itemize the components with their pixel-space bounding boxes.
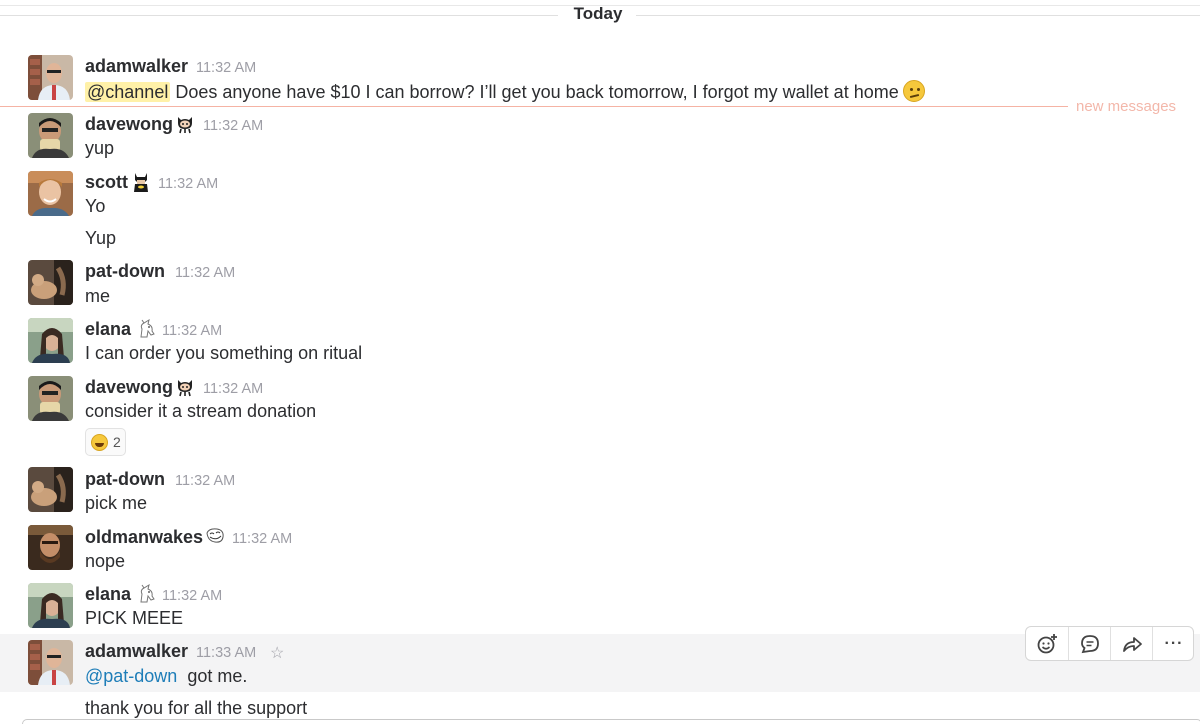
username-oldmanwakes[interactable]: oldmanwakes (85, 527, 203, 548)
joy-emoji (91, 434, 108, 451)
new-messages-divider (0, 106, 1068, 107)
share-message-icon (1123, 636, 1142, 652)
message-timestamp[interactable]: 11:32 AM (162, 323, 222, 339)
message-composer[interactable] (22, 719, 1200, 724)
username-adamwalker[interactable]: adamwalker (85, 641, 188, 662)
message-body: got me. (187, 666, 248, 686)
message-timestamp[interactable]: 11:32 AM (203, 381, 263, 397)
message-text: pick me (85, 493, 148, 513)
add-reaction-icon (1037, 633, 1057, 653)
message-timestamp[interactable]: 11:32 AM (175, 265, 235, 281)
username-davewong[interactable]: davewong (85, 377, 173, 398)
add-reaction-button[interactable] (1026, 627, 1068, 660)
message-text: yup (85, 138, 115, 158)
avatar-oldmanwakes[interactable] (28, 525, 73, 570)
username-adamwalker[interactable]: adamwalker (85, 56, 188, 77)
trollface-icon (205, 527, 225, 551)
avatar-pat-down[interactable] (28, 467, 73, 512)
start-thread-icon (1081, 634, 1099, 653)
username-davewong[interactable]: davewong (85, 114, 173, 135)
message-actions-toolbar: ··· (1025, 626, 1194, 661)
username-elana[interactable]: elana (85, 319, 131, 340)
avatar-adamwalker[interactable] (28, 55, 73, 100)
more-actions-icon: ··· (1164, 634, 1184, 652)
star-icon[interactable]: ☆ (270, 643, 284, 663)
message-followup-text: Yup (85, 228, 117, 248)
day-divider-line-right (636, 15, 1200, 16)
message-text: I can order you something on ritual (85, 343, 363, 363)
day-divider: Today (0, 4, 1200, 26)
message-timestamp[interactable]: 11:32 AM (158, 176, 218, 192)
day-divider-label[interactable]: Today (560, 4, 636, 24)
avatar-davewong[interactable] (28, 113, 73, 158)
username-elana[interactable]: elana (85, 584, 131, 605)
start-thread-button[interactable] (1069, 627, 1111, 660)
unicorn-icon (136, 318, 156, 345)
message-timestamp[interactable]: 11:32 AM (175, 473, 235, 489)
message-text: PICK MEEE (85, 608, 184, 628)
message-text: @channel Does anyone have $10 I can borr… (85, 80, 925, 103)
message-body: Does anyone have $10 I can borrow? I’ll … (175, 82, 899, 102)
unicorn-icon (136, 583, 156, 610)
avatar-davewong[interactable] (28, 376, 73, 421)
avatar-scott[interactable] (28, 171, 73, 216)
avatar-elana[interactable] (28, 318, 73, 363)
message-text: me (85, 286, 111, 306)
avatar-elana[interactable] (28, 583, 73, 628)
batman-icon (133, 172, 149, 198)
new-messages-label: new messages (1076, 98, 1177, 115)
message-timestamp[interactable]: 11:32 AM (203, 118, 263, 134)
message-text: @pat-down got me. (85, 666, 247, 687)
username-pat-down[interactable]: pat-down (85, 469, 165, 490)
message-text: consider it a stream donation (85, 401, 317, 421)
message-timestamp[interactable]: 11:33 AM (196, 645, 256, 661)
octocat-icon (176, 114, 194, 140)
octocat-icon (176, 377, 194, 403)
channel-mention[interactable]: @channel (85, 82, 171, 102)
username-pat-down[interactable]: pat-down (85, 261, 165, 282)
avatar-pat-down[interactable] (28, 260, 73, 305)
more-actions-button[interactable]: ··· (1153, 627, 1195, 660)
avatar-adamwalker[interactable] (28, 640, 73, 685)
message-text: Yo (85, 196, 106, 216)
message-timestamp[interactable]: 11:32 AM (196, 60, 256, 76)
confused-face-emoji (902, 80, 925, 102)
username-scott[interactable]: scott (85, 172, 128, 193)
reaction-pill[interactable]: 2 (85, 428, 126, 456)
user-mention[interactable]: @pat-down (85, 666, 177, 686)
message-text: nope (85, 551, 126, 571)
message-timestamp[interactable]: 11:32 AM (232, 531, 292, 547)
day-divider-line-left (0, 15, 558, 16)
reaction-count: 2 (113, 434, 121, 450)
message-timestamp[interactable]: 11:32 AM (162, 588, 222, 604)
message-followup-text: thank you for all the support (85, 698, 308, 718)
share-message-button[interactable] (1111, 627, 1153, 660)
